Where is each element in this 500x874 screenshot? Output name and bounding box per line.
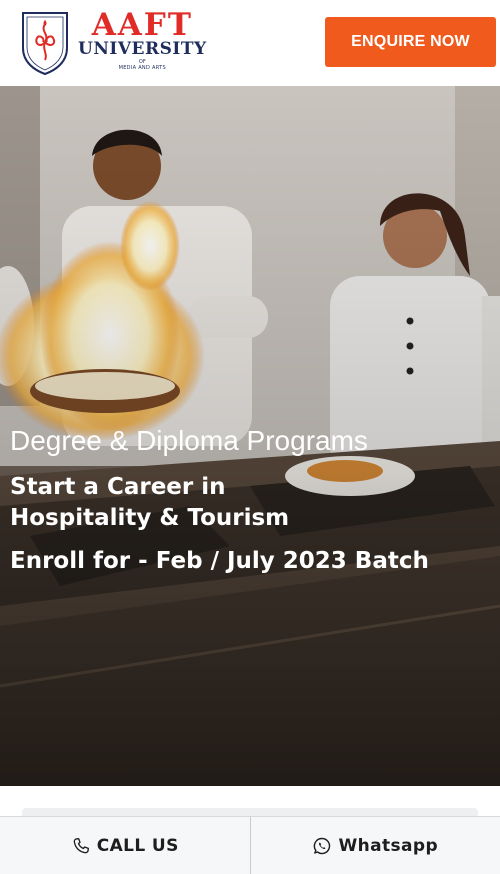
hero-career-heading: Start a Career in Hospitality & Tourism bbox=[10, 472, 429, 534]
whatsapp-icon bbox=[312, 836, 332, 856]
hero-banner: Degree & Diploma Programs Start a Career… bbox=[0, 86, 500, 786]
hero-career-line-2: Hospitality & Tourism bbox=[10, 505, 290, 531]
whatsapp-label: Whatsapp bbox=[338, 835, 439, 856]
logo-wordmark: AAFT UNIVERSITY OF MEDIA AND ARTS bbox=[78, 7, 207, 72]
whatsapp-button[interactable]: Whatsapp bbox=[251, 817, 500, 874]
hero-career-line-1: Start a Career in bbox=[10, 474, 226, 500]
university-crest-icon bbox=[22, 12, 68, 76]
logo-university: UNIVERSITY bbox=[78, 39, 207, 59]
site-header: AAFT UNIVERSITY OF MEDIA AND ARTS ENQUIR… bbox=[0, 0, 500, 86]
phone-icon bbox=[71, 836, 91, 856]
aaft-logo[interactable]: AAFT UNIVERSITY OF MEDIA AND ARTS bbox=[20, 10, 207, 76]
bottom-action-bar: CALL US Whatsapp bbox=[0, 816, 500, 874]
hero-text-block: Degree & Diploma Programs Start a Career… bbox=[10, 424, 429, 576]
call-us-button[interactable]: CALL US bbox=[0, 817, 250, 874]
logo-brand: AAFT bbox=[91, 7, 193, 43]
call-us-label: CALL US bbox=[96, 835, 179, 856]
enquire-now-button[interactable]: ENQUIRE NOW bbox=[325, 17, 496, 67]
card-top-edge bbox=[22, 808, 478, 816]
hero-enroll-text: Enroll for - Feb / July 2023 Batch bbox=[10, 548, 429, 574]
logo-media-arts: MEDIA AND ARTS bbox=[118, 65, 166, 71]
hero-programs-heading: Degree & Diploma Programs bbox=[10, 425, 368, 456]
